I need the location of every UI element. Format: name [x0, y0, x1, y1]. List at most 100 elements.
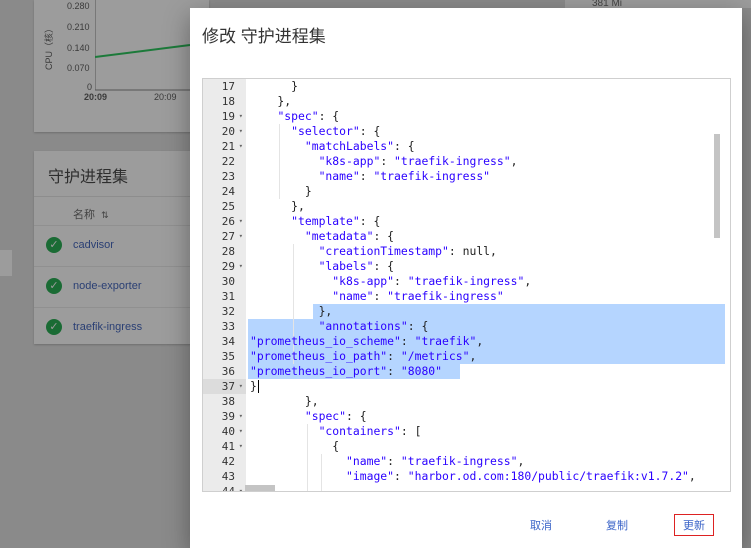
- json-editor[interactable]: 17 18 19 ▾ 20 ▾ 21 ▾ 22 23 24 25 26 ▾ 27 ▾ 28 29 ▾ 30 31 32 33…: [202, 78, 731, 492]
- table-row: ✓ node-exporter: [34, 266, 209, 308]
- daemonset-link[interactable]: node-exporter: [73, 280, 142, 292]
- code-line: "prometheus_io_port": "8080": [250, 364, 443, 378]
- line-number-label: 29: [221, 260, 235, 273]
- fold-arrow-icon[interactable]: ▾: [239, 109, 243, 124]
- line-number: 29 ▾: [203, 259, 246, 274]
- code-line: "selector": {: [291, 124, 381, 138]
- line-number: 33: [203, 319, 246, 334]
- code-line: }: [250, 184, 312, 198]
- line-number-label: 22: [221, 155, 235, 168]
- table-row: ✓ cadvisor: [34, 225, 209, 267]
- line-number: 43: [203, 469, 246, 484]
- fold-arrow-icon[interactable]: ▾: [239, 424, 243, 439]
- code-line: }: [250, 79, 299, 93]
- line-number: 25: [203, 199, 246, 214]
- line-number: 20 ▾: [203, 124, 246, 139]
- line-number: 21 ▾: [203, 139, 246, 154]
- code-line: "name": "traefik-ingress",: [346, 454, 525, 468]
- line-number: 37 ▾: [203, 379, 246, 394]
- line-number: 27 ▾: [203, 229, 246, 244]
- line-number-label: 17: [221, 80, 235, 93]
- line-number-label: 24: [221, 185, 235, 198]
- line-number-label: 26: [221, 215, 235, 228]
- line-number-label: 19: [221, 110, 235, 123]
- daemonset-link[interactable]: cadvisor: [73, 239, 114, 251]
- line-number-label: 38: [221, 395, 235, 408]
- code-line: "metadata": {: [304, 229, 395, 243]
- fold-arrow-icon[interactable]: ▾: [239, 259, 243, 274]
- fold-arrow-icon[interactable]: ▾: [239, 214, 243, 229]
- y-tick-label: 0: [87, 82, 93, 92]
- code-line: "matchLabels": {: [304, 139, 415, 153]
- status-ok-icon: ✓: [46, 319, 62, 335]
- code-line: },: [250, 94, 292, 108]
- edit-daemonset-dialog: 修改 守护进程集 17 18 19 ▾ 20 ▾ 21 ▾ 22 23 24 25 26 ▾ 27 ▾ 28 29…: [190, 8, 742, 548]
- line-number-label: 30: [221, 275, 235, 288]
- vertical-scrollbar[interactable]: [714, 134, 720, 238]
- code-line: "image": "harbor.od.com:180/public/traef…: [346, 469, 696, 483]
- name-column-header[interactable]: 名称 ⇅: [73, 206, 109, 222]
- code-area[interactable]: } }, "spec": { "selector": { "matchLabel…: [248, 79, 730, 491]
- horizontal-scrollbar[interactable]: [245, 485, 275, 491]
- fold-arrow-icon[interactable]: ▾: [239, 439, 243, 454]
- code-line: "spec": {: [304, 409, 367, 423]
- fold-arrow-icon[interactable]: ▾: [239, 229, 243, 244]
- daemonsets-title: 守护进程集: [48, 169, 129, 186]
- fold-arrow-icon[interactable]: ▾: [239, 484, 243, 491]
- line-number-label: 44: [221, 485, 235, 492]
- code-line: "prometheus_io_scheme": "traefik",: [250, 334, 484, 348]
- memory-axis-label: 381 Mi: [592, 0, 623, 9]
- update-button[interactable]: 更新: [674, 514, 714, 536]
- fold-arrow-icon[interactable]: ▾: [239, 139, 243, 154]
- line-number-label: 25: [221, 200, 235, 213]
- line-number-label: 34: [221, 335, 235, 348]
- line-number-label: 20: [221, 125, 235, 138]
- x-tick-label: 20:09: [154, 92, 177, 102]
- fold-arrow-icon[interactable]: ▾: [239, 124, 243, 139]
- line-number-label: 18: [221, 95, 235, 108]
- code-line: },: [250, 304, 333, 318]
- text-cursor: [258, 380, 259, 393]
- line-number-label: 42: [221, 455, 235, 468]
- daemonset-link[interactable]: traefik-ingress: [73, 321, 142, 333]
- line-number: 44 ▾: [203, 484, 246, 492]
- code-line: "creationTimestamp": null,: [318, 244, 497, 258]
- line-number-label: 27: [221, 230, 235, 243]
- copy-button[interactable]: 复制: [606, 517, 628, 533]
- y-tick-label: 0.280: [67, 1, 90, 11]
- cpu-line-chart: [95, 0, 195, 91]
- column-header-label: 名称: [73, 209, 95, 221]
- line-number: 32: [203, 304, 246, 319]
- fold-arrow-icon[interactable]: ▾: [239, 409, 243, 424]
- code-line: "k8s-app": "traefik-ingress",: [318, 154, 518, 168]
- line-number-label: 37: [221, 380, 235, 393]
- line-number: 17: [203, 79, 246, 94]
- line-number-label: 23: [221, 170, 235, 183]
- code-line: "labels": {: [318, 259, 395, 273]
- cancel-button[interactable]: 取消: [530, 517, 552, 533]
- line-number: 38: [203, 394, 246, 409]
- line-number: 34: [203, 334, 246, 349]
- line-number-label: 33: [221, 320, 235, 333]
- line-number-label: 21: [221, 140, 235, 153]
- fold-arrow-icon[interactable]: ▾: [239, 379, 243, 394]
- line-number-label: 41: [221, 440, 235, 453]
- code-line: },: [250, 199, 305, 213]
- code-line: {: [250, 439, 340, 453]
- line-number-label: 28: [221, 245, 235, 258]
- line-number: 36: [203, 364, 246, 379]
- line-number-label: 35: [221, 350, 235, 363]
- line-number-label: 32: [221, 305, 235, 318]
- line-number-label: 43: [221, 470, 235, 483]
- line-number: 42: [203, 454, 246, 469]
- line-number: 24: [203, 184, 246, 199]
- code-line: "template": {: [291, 214, 381, 228]
- code-line: "spec": {: [277, 109, 340, 123]
- line-number: 39 ▾: [203, 409, 246, 424]
- status-ok-icon: ✓: [46, 237, 62, 253]
- code-line: "annotations": {: [318, 319, 429, 333]
- line-number-label: 31: [221, 290, 235, 303]
- line-number: 40 ▾: [203, 424, 246, 439]
- line-number: 28: [203, 244, 246, 259]
- line-number: 19 ▾: [203, 109, 246, 124]
